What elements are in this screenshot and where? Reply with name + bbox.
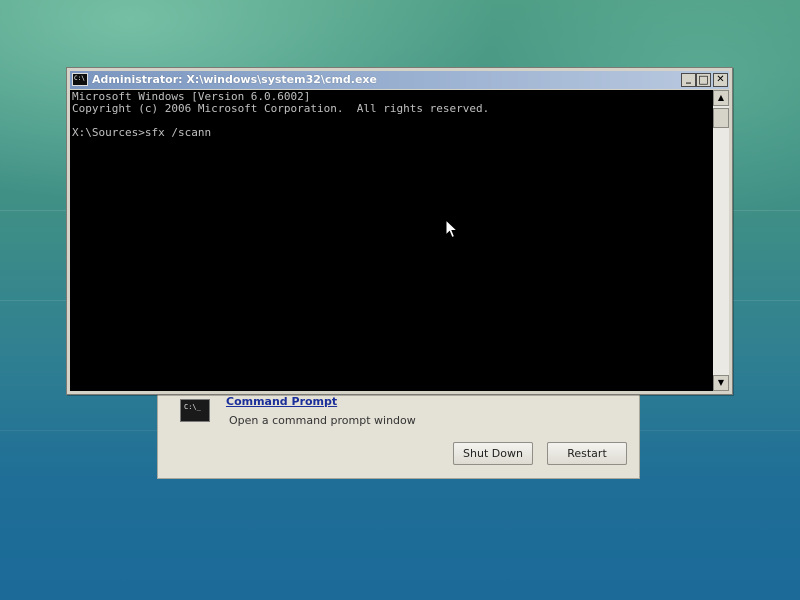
command-prompt-link[interactable]: Command Prompt [226,395,337,408]
command-prompt-icon-text: C:\_ [184,403,201,411]
scroll-down-button[interactable]: ▼ [713,375,729,391]
shut-down-button[interactable]: Shut Down [453,442,533,465]
minimize-button[interactable]: _ [681,73,696,87]
restart-button[interactable]: Restart [547,442,627,465]
cmd-window-title: Administrator: X:\windows\system32\cmd.e… [92,73,377,86]
scrollbar-thumb[interactable] [713,108,729,128]
vertical-scrollbar[interactable]: ▲ ▼ [713,90,729,391]
console-output[interactable]: Microsoft Windows [Version 6.0.6002] Cop… [70,90,713,391]
cmd-app-icon[interactable]: C:\ [72,73,88,86]
console-line: Copyright (c) 2006 Microsoft Corporation… [72,102,490,115]
cmd-titlebar[interactable]: C:\ Administrator: X:\windows\system32\c… [70,71,729,89]
console-input-line[interactable]: X:\Sources>sfx /scann [72,127,211,139]
cmd-app-icon-text: C:\ [74,75,85,82]
scroll-up-button[interactable]: ▲ [713,90,729,106]
command-prompt-description: Open a command prompt window [229,414,416,427]
close-button[interactable]: ✕ [713,73,728,87]
mouse-pointer-icon [445,219,459,239]
maximize-button[interactable]: □ [696,73,711,87]
cmd-window[interactable]: C:\ Administrator: X:\windows\system32\c… [66,67,733,395]
command-prompt-icon[interactable]: C:\_ [180,399,210,422]
